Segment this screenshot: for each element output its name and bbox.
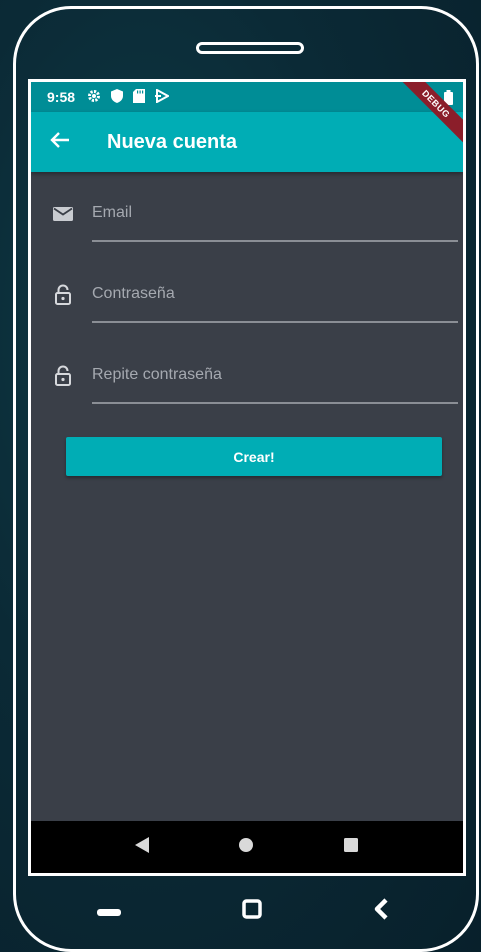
email-field[interactable]: Email — [31, 172, 463, 242]
lock-icon — [51, 364, 75, 388]
app-bar: Nueva cuenta — [31, 112, 463, 172]
recents-square-icon[interactable] — [343, 837, 359, 858]
device-nav — [0, 890, 481, 940]
phone-screen: 9:58 Nueva cuenta DEBUG Email Contraseña… — [28, 79, 466, 876]
password-underline — [92, 321, 458, 323]
home-square-icon[interactable] — [242, 899, 262, 924]
lock-icon — [51, 283, 75, 307]
back-button[interactable] — [31, 112, 89, 172]
sd-card-icon — [133, 88, 146, 106]
status-time: 9:58 — [47, 89, 76, 105]
page-title: Nueva cuenta — [107, 130, 238, 153]
back-chevron-icon[interactable] — [373, 898, 389, 925]
status-bar: 9:58 — [31, 82, 463, 112]
back-triangle-icon[interactable] — [135, 836, 150, 858]
phone-speaker — [196, 42, 304, 54]
menu-dash-icon[interactable] — [97, 904, 121, 922]
shield-icon — [111, 88, 124, 106]
confirm-password-underline — [92, 402, 458, 404]
create-account-button[interactable]: Crear! — [66, 437, 442, 476]
android-nav-bar — [31, 821, 463, 873]
arrow-back-icon — [50, 131, 70, 154]
email-underline — [92, 240, 458, 242]
confirm-password-field[interactable]: Repite contraseña — [31, 334, 463, 404]
settings-icon — [87, 89, 101, 106]
mail-icon — [51, 202, 75, 226]
play-protect-icon — [155, 87, 171, 106]
password-field[interactable]: Contraseña — [31, 253, 463, 323]
home-circle-icon[interactable] — [238, 837, 254, 858]
